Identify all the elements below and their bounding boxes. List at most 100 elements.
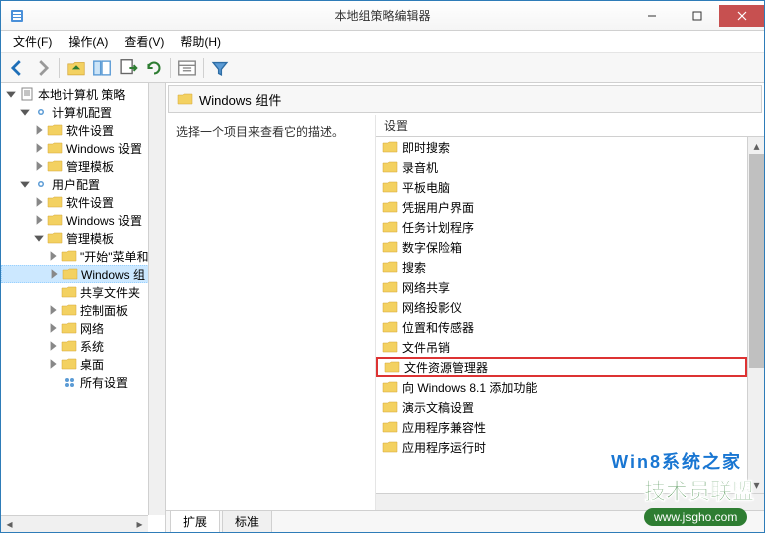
list-item[interactable]: 凭据用户界面	[376, 197, 747, 217]
tree-scrollbar-vertical[interactable]	[148, 83, 165, 515]
window-title: 本地组策略编辑器	[334, 7, 430, 24]
menu-action[interactable]: 操作(A)	[60, 31, 116, 52]
list-item[interactable]: 文件资源管理器	[376, 357, 747, 377]
tree-toggle[interactable]	[33, 160, 45, 172]
tree-label: 共享文件夹	[80, 284, 140, 301]
tree-ua-network[interactable]: 网络	[1, 319, 165, 337]
list-items: 即时搜索录音机平板电脑凭据用户界面任务计划程序数字保险箱搜索网络共享网络投影仪位…	[376, 137, 747, 493]
description-text: 选择一个项目来查看它的描述。	[176, 123, 365, 140]
maximize-button[interactable]	[674, 5, 719, 27]
tree-toggle[interactable]	[47, 322, 59, 334]
folder-icon	[382, 179, 398, 195]
tree-toggle[interactable]	[19, 178, 31, 190]
tree-uc-windows[interactable]: Windows 设置	[1, 211, 165, 229]
list-item-label: 位置和传感器	[402, 319, 474, 336]
list-item[interactable]: 搜索	[376, 257, 747, 277]
folder-icon	[177, 91, 193, 107]
list-item-label: 凭据用户界面	[402, 199, 474, 216]
scroll-thumb[interactable]	[749, 154, 764, 368]
list-item[interactable]: 向 Windows 8.1 添加功能	[376, 377, 747, 397]
tree-toggle[interactable]	[33, 142, 45, 154]
back-button[interactable]	[5, 56, 29, 80]
folder-icon	[61, 338, 77, 354]
list-item[interactable]: 文件吊销	[376, 337, 747, 357]
tree-toggle[interactable]	[33, 124, 45, 136]
tree-ua-shared[interactable]: 共享文件夹	[1, 283, 165, 301]
tree-toggle[interactable]	[19, 106, 31, 118]
folder-icon	[61, 356, 77, 372]
forward-button[interactable]	[31, 56, 55, 80]
show-hide-tree-button[interactable]	[90, 56, 114, 80]
folder-icon	[382, 279, 398, 295]
list-item[interactable]: 数字保险箱	[376, 237, 747, 257]
export-button[interactable]	[116, 56, 140, 80]
folder-icon	[382, 399, 398, 415]
list-item[interactable]: 位置和传感器	[376, 317, 747, 337]
list-item[interactable]: 录音机	[376, 157, 747, 177]
tree-ua-desktop[interactable]: 桌面	[1, 355, 165, 373]
tree-cc-admin[interactable]: 管理模板	[1, 157, 165, 175]
list-item[interactable]: 应用程序兼容性	[376, 417, 747, 437]
tree-user-config[interactable]: 用户配置	[1, 175, 165, 193]
list-scrollbar-horizontal[interactable]	[376, 493, 764, 510]
tree-label: Windows 设置	[66, 140, 142, 157]
tree-ua-control[interactable]: 控制面板	[1, 301, 165, 319]
tree-toggle[interactable]	[47, 250, 59, 262]
tree-ua-start[interactable]: "开始"菜单和	[1, 247, 165, 265]
folder-icon	[382, 419, 398, 435]
menubar: 文件(F) 操作(A) 查看(V) 帮助(H)	[1, 31, 764, 53]
tree-ua-windows-components[interactable]: Windows 组	[1, 265, 165, 283]
menu-view[interactable]: 查看(V)	[116, 31, 172, 52]
scroll-down-arrow[interactable]: ▾	[748, 476, 765, 493]
scroll-left-arrow[interactable]: ◂	[1, 516, 18, 533]
list-item[interactable]: 网络共享	[376, 277, 747, 297]
scroll-right-arrow[interactable]: ▸	[131, 516, 148, 533]
scroll-up-arrow[interactable]: ▴	[748, 137, 765, 154]
list-header[interactable]: 设置	[376, 115, 764, 137]
tree-cc-software[interactable]: 软件设置	[1, 121, 165, 139]
list-item-label: 录音机	[402, 159, 438, 176]
list-scrollbar-vertical[interactable]: ▴ ▾	[747, 137, 764, 493]
list-item-label: 网络投影仪	[402, 299, 462, 316]
list-item-label: 应用程序兼容性	[402, 419, 486, 436]
tree-scrollbar-horizontal[interactable]: ◂ ▸	[1, 515, 148, 532]
tree-label: 桌面	[80, 356, 104, 373]
tree-toggle[interactable]	[47, 304, 59, 316]
tree-cc-windows[interactable]: Windows 设置	[1, 139, 165, 157]
refresh-button[interactable]	[142, 56, 166, 80]
tab-standard[interactable]: 标准	[222, 510, 272, 532]
up-button[interactable]	[64, 56, 88, 80]
close-button[interactable]	[719, 5, 764, 27]
list-item[interactable]: 即时搜索	[376, 137, 747, 157]
list-item[interactable]: 平板电脑	[376, 177, 747, 197]
folder-icon	[47, 140, 63, 156]
properties-button[interactable]	[175, 56, 199, 80]
tab-extended[interactable]: 扩展	[170, 510, 220, 532]
tree-toggle[interactable]	[33, 214, 45, 226]
tree-uc-software[interactable]: 软件设置	[1, 193, 165, 211]
menu-help[interactable]: 帮助(H)	[172, 31, 229, 52]
tree-toggle[interactable]	[47, 358, 59, 370]
tree-toggle[interactable]	[48, 268, 60, 280]
tree-root[interactable]: 本地计算机 策略	[1, 85, 165, 103]
tree-label: 软件设置	[66, 122, 114, 139]
menu-file[interactable]: 文件(F)	[5, 31, 60, 52]
filter-button[interactable]	[208, 56, 232, 80]
toolbar-separator	[59, 58, 60, 78]
folder-icon	[61, 284, 77, 300]
tree-uc-admin[interactable]: 管理模板	[1, 229, 165, 247]
tree-toggle[interactable]	[5, 88, 17, 100]
tree-toggle[interactable]	[47, 340, 59, 352]
list-item[interactable]: 网络投影仪	[376, 297, 747, 317]
tree-ua-all[interactable]: 所有设置	[1, 373, 165, 391]
tree-toggle[interactable]	[33, 232, 45, 244]
tree-toggle[interactable]	[33, 196, 45, 208]
tree-ua-system[interactable]: 系统	[1, 337, 165, 355]
tree-label: 用户配置	[52, 176, 100, 193]
tree-computer-config[interactable]: 计算机配置	[1, 103, 165, 121]
list-item[interactable]: 演示文稿设置	[376, 397, 747, 417]
list-item[interactable]: 任务计划程序	[376, 217, 747, 237]
list-item-label: 即时搜索	[402, 139, 450, 156]
minimize-button[interactable]	[629, 5, 674, 27]
column-header-settings[interactable]: 设置	[384, 117, 408, 134]
